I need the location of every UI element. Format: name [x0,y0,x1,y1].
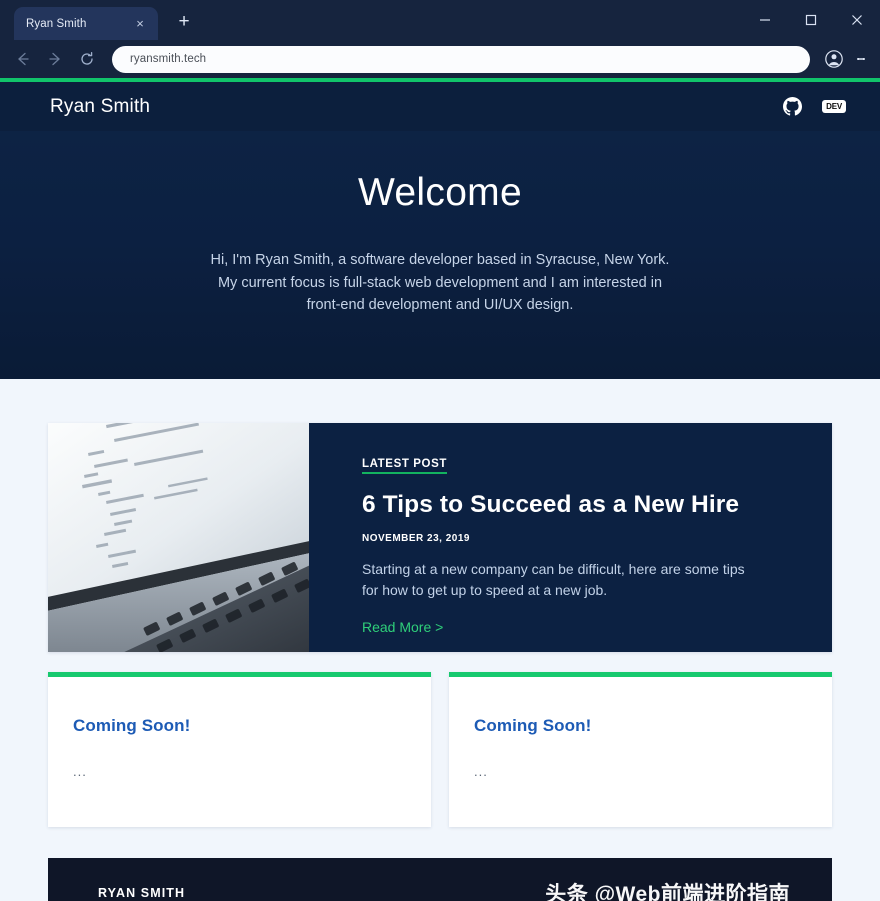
main-content: LATEST POST 6 Tips to Succeed as a New H… [0,378,880,901]
kebab-menu-icon[interactable] [850,45,872,73]
address-bar[interactable]: ryansmith.tech [112,45,810,73]
latest-post-excerpt: Starting at a new company can be difficu… [362,559,777,601]
latest-post-date: NOVEMBER 23, 2019 [362,532,470,544]
latest-post-title[interactable]: 6 Tips to Succeed as a New Hire [362,491,802,519]
devto-link[interactable]: DEV [822,99,846,114]
excerpt-line: for how to get up to speed at a new job. [362,581,608,598]
latest-post-body: LATEST POST 6 Tips to Succeed as a New H… [309,423,832,652]
read-more-link[interactable]: Read More > [362,619,443,635]
excerpt-line: Starting at a new company can be difficu… [362,560,745,577]
site-header: Ryan Smith DEV [0,82,880,131]
coming-soon-card[interactable]: Coming Soon! ... [48,671,431,827]
hero-subtitle: Hi, I'm Ryan Smith, a software developer… [160,249,720,317]
minimize-icon[interactable] [742,0,788,40]
browser-toolbar: ryansmith.tech [0,40,880,78]
coming-soon-title: Coming Soon! [73,715,191,735]
page-viewport: Ryan Smith DEV Welcome Hi, I'm Ryan Smit… [0,82,880,901]
browser-window: Ryan Smith × + ryansmith.tech Ryan Smith… [0,0,880,901]
tab-title: Ryan Smith [26,17,87,30]
window-controls [742,0,880,40]
hero-title: Welcome [358,171,522,214]
github-link[interactable] [783,97,803,116]
tab-strip: Ryan Smith × + [0,0,880,40]
hero-subtitle-line: Hi, I'm Ryan Smith, a software developer… [210,252,670,268]
browser-tab[interactable]: Ryan Smith × [14,7,158,40]
coming-soon-title: Coming Soon! [474,715,592,735]
site-footer: RYAN SMITH 头条 @Web前端进阶指南 [48,857,832,901]
hero-subtitle-line: My current focus is full-stack web devel… [217,274,663,291]
site-brand[interactable]: Ryan Smith [50,96,150,118]
latest-post-card[interactable]: LATEST POST 6 Tips to Succeed as a New H… [48,422,832,652]
social-links: DEV [783,97,846,116]
latest-post-thumbnail [48,422,309,652]
github-icon [783,97,803,116]
coming-soon-body: ... [474,763,488,779]
laptop-photo [48,422,309,652]
footer-brand: RYAN SMITH [98,885,186,900]
back-arrow-icon[interactable] [8,44,38,74]
hero-section: Welcome Hi, I'm Ryan Smith, a software d… [0,131,880,379]
tab-close-icon[interactable]: × [132,16,148,32]
new-tab-button[interactable]: + [170,9,198,37]
close-icon[interactable] [834,0,880,40]
watermark-text: 头条 @Web前端进阶指南 [545,882,790,901]
coming-soon-card[interactable]: Coming Soon! ... [449,671,832,827]
upcoming-cards-row: Coming Soon! ... Coming Soon! ... [48,671,832,827]
latest-post-kicker: LATEST POST [362,458,447,474]
reload-icon[interactable] [72,44,102,74]
address-bar-value: ryansmith.tech [130,53,207,65]
profile-avatar-icon[interactable] [820,45,848,73]
forward-arrow-icon[interactable] [40,44,70,74]
menu-dot [862,57,865,61]
hero-subtitle-line: front-end development and UI/UX design. [306,297,574,313]
coming-soon-body: ... [73,763,87,779]
maximize-icon[interactable] [788,0,834,40]
